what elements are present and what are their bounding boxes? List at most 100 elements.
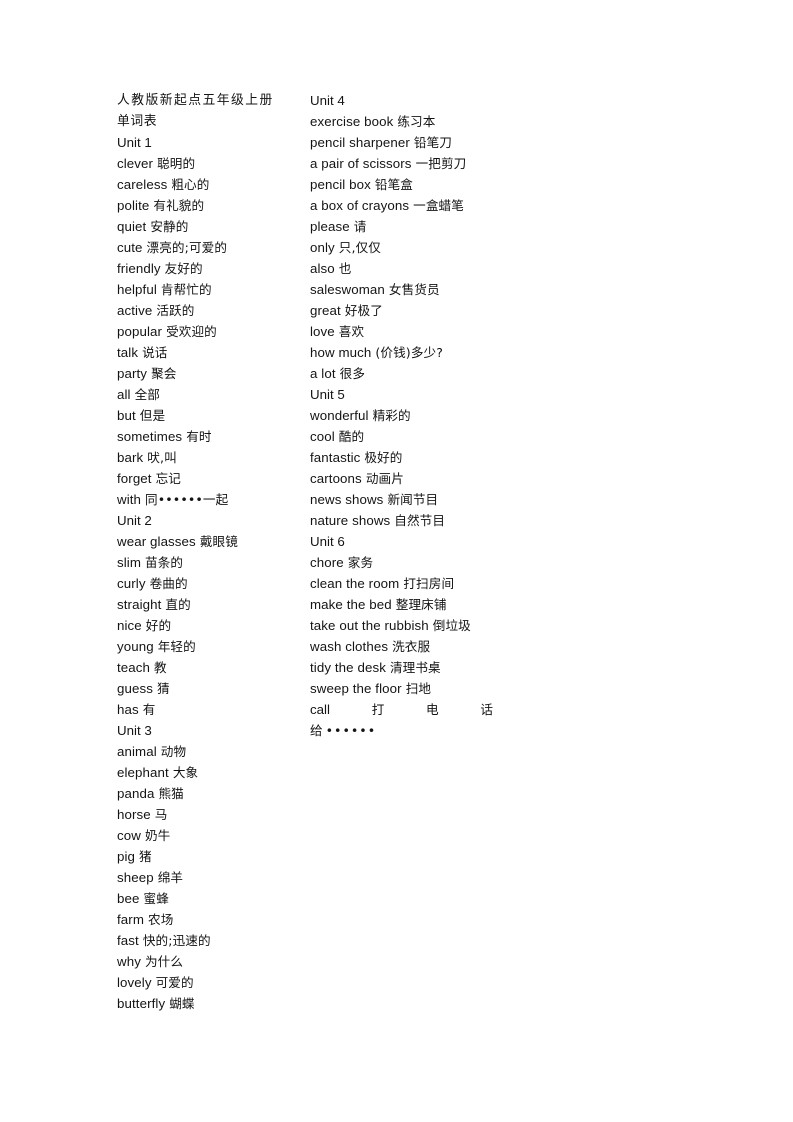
right-column-entry: pencil sharpener 铅笔刀 bbox=[310, 132, 510, 153]
right-column-entry: a box of crayons 一盒蜡笔 bbox=[310, 195, 510, 216]
right-column-entry: love 喜欢 bbox=[310, 321, 510, 342]
right-column-entry-term: chore bbox=[310, 555, 344, 570]
right-column-entry-term: love bbox=[310, 324, 335, 339]
right-column-entry-gloss: 倒垃圾 bbox=[432, 618, 471, 633]
right-column-entry-term: saleswoman bbox=[310, 282, 385, 297]
document-title-line-2: 单词表 bbox=[117, 114, 158, 129]
right-column-entry-gloss: (价钱)多少? bbox=[375, 345, 443, 360]
left-column-entry-gloss: 教 bbox=[154, 660, 167, 675]
left-column-entry-gloss: 直的 bbox=[165, 597, 191, 612]
right-column-entry-term: a box of crayons bbox=[310, 198, 410, 213]
left-column-entry: wear glasses 戴眼镜 bbox=[117, 531, 310, 552]
left-column-entry: with 同••••••一起 bbox=[117, 489, 310, 510]
left-column-entry-term: teach bbox=[117, 660, 151, 675]
right-column-entry-term: only bbox=[310, 240, 335, 255]
left-column-entry: popular 受欢迎的 bbox=[117, 321, 310, 342]
right-column-entry-term: exercise book bbox=[310, 114, 394, 129]
right-column-entry: nature shows 自然节目 bbox=[310, 510, 510, 531]
left-column-entry-gloss: 忘记 bbox=[155, 471, 181, 486]
left-column-entry: farm 农场 bbox=[117, 909, 310, 930]
left-column-entry-term: party bbox=[117, 366, 148, 381]
left-column-entry: curly 卷曲的 bbox=[117, 573, 310, 594]
right-column-entry: also 也 bbox=[310, 258, 510, 279]
left-column-entry: butterfly 蝴蝶 bbox=[117, 993, 310, 1014]
left-column-entry: horse 马 bbox=[117, 804, 310, 825]
right-column-entry-gloss: 极好的 bbox=[364, 450, 403, 465]
left-column-entry: forget 忘记 bbox=[117, 468, 310, 489]
right-column-entry: wash clothes 洗衣服 bbox=[310, 636, 510, 657]
left-column-entry-gloss: 友好的 bbox=[164, 261, 203, 276]
right-column-entry-term: pencil sharpener bbox=[310, 135, 410, 150]
left-column-entry-term: elephant bbox=[117, 765, 169, 780]
left-column-entry-gloss: 快的;迅速的 bbox=[142, 933, 211, 948]
right-column-entry-gloss: 喜欢 bbox=[338, 324, 365, 339]
left-column-entry-term: cow bbox=[117, 828, 141, 843]
left-column-entry: bark 吠,叫 bbox=[117, 447, 310, 468]
right-column-entry-term: great bbox=[310, 303, 341, 318]
right-column-entry-term: take out the rubbish bbox=[310, 618, 429, 633]
call-continuation-line: 给 •••••• bbox=[310, 720, 510, 741]
left-column-entry-term: bark bbox=[117, 450, 144, 465]
left-column-entry-gloss: 活跃的 bbox=[156, 303, 195, 318]
two-column-body: 人教版新起点五年级上册 单词表 Unit 1 clever 聪明的 careless 粗… bbox=[117, 90, 677, 1014]
right-column-entry-term: clean the room bbox=[310, 576, 400, 591]
left-column-entry: teach 教 bbox=[117, 657, 310, 678]
right-column-entry-gloss: 动画片 bbox=[365, 471, 404, 486]
left-column-entry-term: animal bbox=[117, 744, 157, 759]
left-column-entry-term: slim bbox=[117, 555, 142, 570]
left-column-entry-term: lovely bbox=[117, 975, 152, 990]
left-column-entry-gloss: 动物 bbox=[160, 744, 187, 759]
left-column-entry-gloss: 有礼貌的 bbox=[153, 198, 205, 213]
left-column: 人教版新起点五年级上册 单词表 Unit 1 clever 聪明的 careless 粗… bbox=[117, 90, 310, 1014]
left-column-entry-gloss: 肯帮忙的 bbox=[160, 282, 212, 297]
left-column-entry-gloss: 同••••••一起 bbox=[145, 492, 229, 507]
left-column-entry-term: butterfly bbox=[117, 996, 166, 1011]
call-justified-line: call 打 电 话 bbox=[310, 699, 493, 720]
left-column-entry-term: panda bbox=[117, 786, 155, 801]
right-column-entry-gloss: 一盒蜡笔 bbox=[413, 198, 464, 213]
left-column-entry: careless 粗心的 bbox=[117, 174, 310, 195]
right-column-unit-heading: Unit 6 bbox=[310, 534, 345, 549]
left-column-entry: bee 蜜蜂 bbox=[117, 888, 310, 909]
right-column-entry-gloss: 很多 bbox=[339, 366, 366, 381]
right-column-entry: wonderful 精彩的 bbox=[310, 405, 510, 426]
right-column-entry-term: wash clothes bbox=[310, 639, 389, 654]
left-column-entry-term: quiet bbox=[117, 219, 147, 234]
left-column-entry: straight 直的 bbox=[117, 594, 310, 615]
left-column-entry-term: cute bbox=[117, 240, 143, 255]
right-column-entry: please 请 bbox=[310, 216, 510, 237]
left-column-entry: sometimes 有时 bbox=[117, 426, 310, 447]
left-column-entry-term: farm bbox=[117, 912, 144, 927]
right-column-entry-gloss: 铅笔盒 bbox=[374, 177, 413, 192]
right-column-entry-term: cool bbox=[310, 429, 335, 444]
right-column-entry-gloss: 也 bbox=[338, 261, 352, 276]
right-column-entry-gloss: 只,仅仅 bbox=[338, 240, 381, 255]
right-column-entry: exercise book 练习本 bbox=[310, 111, 510, 132]
right-column-entry-term: cartoons bbox=[310, 471, 362, 486]
left-column-entry-gloss: 猪 bbox=[139, 849, 152, 864]
left-column-entry-gloss: 好的 bbox=[145, 618, 172, 633]
left-column-entry-term: bee bbox=[117, 891, 140, 906]
right-column-unit-heading: Unit 4 bbox=[310, 93, 345, 108]
left-column-entry-gloss: 全部 bbox=[134, 387, 160, 402]
right-column-entry: fantastic 极好的 bbox=[310, 447, 510, 468]
left-column-entry-gloss: 漂亮的;可爱的 bbox=[146, 240, 228, 255]
right-column-entry-term: pencil box bbox=[310, 177, 371, 192]
right-column-entry-gloss: 精彩的 bbox=[372, 408, 411, 423]
left-column-entry-gloss: 安静的 bbox=[150, 219, 189, 234]
ellipsis-dots: •••••• bbox=[325, 723, 377, 738]
right-column-entry-term: sweep the floor bbox=[310, 681, 402, 696]
right-column-entry-gloss: 扫地 bbox=[405, 681, 432, 696]
right-column-entry: clean the room 打扫房间 bbox=[310, 573, 510, 594]
left-column-entry-term: talk bbox=[117, 345, 139, 360]
left-column-entry-term: polite bbox=[117, 198, 150, 213]
right-column-entry: a pair of scissors 一把剪刀 bbox=[310, 153, 510, 174]
right-column-entry-gloss: 女售货员 bbox=[388, 282, 440, 297]
left-column-entry-gloss: 农场 bbox=[148, 912, 174, 927]
right-column-entry: saleswoman 女售货员 bbox=[310, 279, 510, 300]
left-column-entry: animal 动物 bbox=[117, 741, 310, 762]
left-column-entry-gloss: 苗条的 bbox=[145, 555, 184, 570]
right-column-entry-gloss: 一把剪刀 bbox=[415, 156, 467, 171]
left-column-entry: lovely 可爱的 bbox=[117, 972, 310, 993]
left-column-entry-gloss: 粗心的 bbox=[171, 177, 210, 192]
